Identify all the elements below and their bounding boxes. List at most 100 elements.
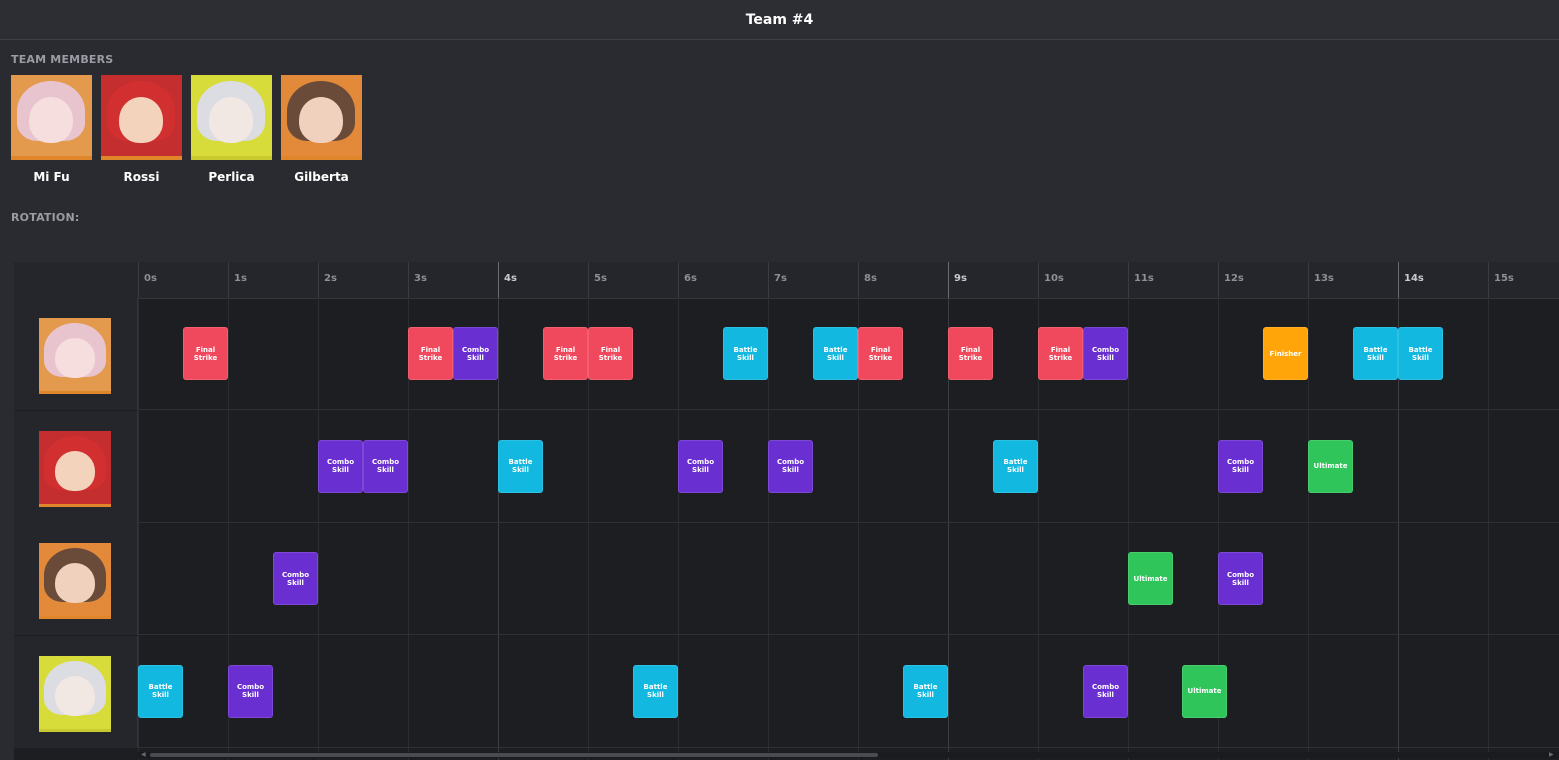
time-tick: 12s [1218,262,1308,298]
ultimate-block[interactable]: Ultimate [1182,664,1227,718]
combo-skill-block[interactable]: Combo Skill [768,439,813,493]
face-shape [299,97,343,143]
face-shape [119,97,163,143]
action-label: Final Strike [193,345,218,362]
time-tick-label: 0s [144,273,157,284]
ultimate-block[interactable]: Ultimate [1308,439,1353,493]
action-label: Finisher [1269,349,1302,358]
time-tick: 9s [948,262,1038,298]
final-strike-block[interactable]: Final Strike [858,327,903,380]
combo-skill-block[interactable]: Combo Skill [1083,327,1128,380]
member-card-mi-fu[interactable]: Mi Fu [11,75,92,184]
ultimate-block[interactable]: Ultimate [1128,552,1173,605]
action-label: Combo Skill [1226,570,1255,587]
combo-skill-block[interactable]: Combo Skill [453,327,498,380]
time-tick: 1s [228,262,318,298]
time-tick: 14s [1398,262,1488,298]
page-title: Team #4 [745,11,814,28]
time-tick-label: 4s [504,273,517,284]
final-strike-block[interactable]: Final Strike [543,327,588,380]
time-tick-label: 1s [234,273,247,284]
combo-skill-block[interactable]: Combo Skill [1218,439,1263,493]
time-tick-label: 11s [1134,273,1154,284]
action-label: Combo Skill [1091,683,1120,699]
action-label: Combo Skill [461,345,490,362]
time-tick: 3s [408,262,498,298]
member-card-rossi[interactable]: Rossi [101,75,182,184]
action-label: Combo Skill [236,683,265,699]
final-strike-block[interactable]: Final Strike [183,327,228,380]
action-label: Ultimate [1133,574,1168,583]
action-label: Combo Skill [1091,345,1120,362]
battle-skill-block[interactable]: Battle Skill [903,664,948,718]
time-tick: 8s [858,262,948,298]
action-label: Battle Skill [643,683,668,699]
combo-skill-block[interactable]: Combo Skill [318,439,363,493]
action-label: Combo Skill [686,458,715,474]
action-label: Battle Skill [733,345,758,362]
time-tick-label: 2s [324,273,337,284]
final-strike-block[interactable]: Final Strike [408,327,453,380]
avatar [11,75,92,160]
action-label: Battle Skill [508,458,533,474]
avatar [281,75,362,160]
member-name: Rossi [123,170,160,184]
timeline-ruler: 0s 1s 2s 3s 4s 5s 6s 7s 8s 9s 10s 11s 12s 13s 14s 15s [14,262,1559,299]
team-rotation-app: Team #4 TEAM MEMBERS Mi Fu Rossi Perlica Gi… [0,0,1559,760]
action-label: Final Strike [1048,345,1073,362]
action-label: Final Strike [553,345,578,362]
action-label: Combo Skill [326,458,355,474]
action-label: Combo Skill [281,570,310,587]
avatar [101,75,182,160]
final-strike-block[interactable]: Final Strike [948,327,993,380]
action-label: Ultimate [1313,462,1348,470]
action-label: Battle Skill [913,683,938,699]
combo-skill-block[interactable]: Combo Skill [273,552,318,605]
scroll-left-icon[interactable]: ◀ [141,752,146,758]
rotation-row-gilberta: Combo Skill Ultimate Combo Skill [14,523,1559,635]
battle-skill-block[interactable]: Battle Skill [138,664,183,718]
combo-skill-block[interactable]: Combo Skill [363,439,408,493]
time-tick: 0s [138,262,228,298]
battle-skill-block[interactable]: Battle Skill [633,664,678,718]
scrollbar-thumb[interactable] [150,753,878,757]
finisher-block[interactable]: Finisher [1263,327,1308,380]
member-card-perlica[interactable]: Perlica [191,75,272,184]
combo-skill-block[interactable]: Combo Skill [678,439,723,493]
battle-skill-block[interactable]: Battle Skill [723,327,768,380]
scroll-right-icon[interactable]: ▶ [1549,752,1554,758]
time-tick: 7s [768,262,858,298]
battle-skill-block[interactable]: Battle Skill [1398,327,1443,380]
action-label: Final Strike [418,345,443,362]
action-label: Final Strike [598,345,623,362]
combo-skill-block[interactable]: Combo Skill [1083,664,1128,718]
row-header [14,410,138,523]
face-shape [55,338,95,378]
member-name: Perlica [208,170,255,184]
battle-skill-block[interactable]: Battle Skill [993,439,1038,493]
battle-skill-block[interactable]: Battle Skill [1353,327,1398,380]
final-strike-block[interactable]: Final Strike [588,327,633,380]
face-shape [29,97,73,143]
avatar [39,543,111,619]
face-shape [55,450,95,491]
rotation-timeline[interactable]: 0s 1s 2s 3s 4s 5s 6s 7s 8s 9s 10s 11s 12s 13s 14s 15s F… [14,262,1559,760]
team-members-label: TEAM MEMBERS [11,53,114,66]
face-shape [209,97,253,143]
time-tick: 10s [1038,262,1128,298]
action-label: Final Strike [958,345,983,362]
member-name: Gilberta [294,170,349,184]
combo-skill-block[interactable]: Combo Skill [1218,552,1263,605]
time-tick-label: 14s [1404,273,1424,284]
battle-skill-block[interactable]: Battle Skill [498,439,543,493]
time-tick-label: 13s [1314,273,1334,284]
combo-skill-block[interactable]: Combo Skill [228,664,273,718]
action-label: Ultimate [1187,687,1222,695]
time-tick-label: 9s [954,273,967,284]
final-strike-block[interactable]: Final Strike [1038,327,1083,380]
row-header [14,635,138,748]
member-card-gilberta[interactable]: Gilberta [281,75,362,184]
battle-skill-block[interactable]: Battle Skill [813,327,858,380]
horizontal-scrollbar[interactable] [138,752,1559,758]
action-label: Battle Skill [1408,345,1433,362]
